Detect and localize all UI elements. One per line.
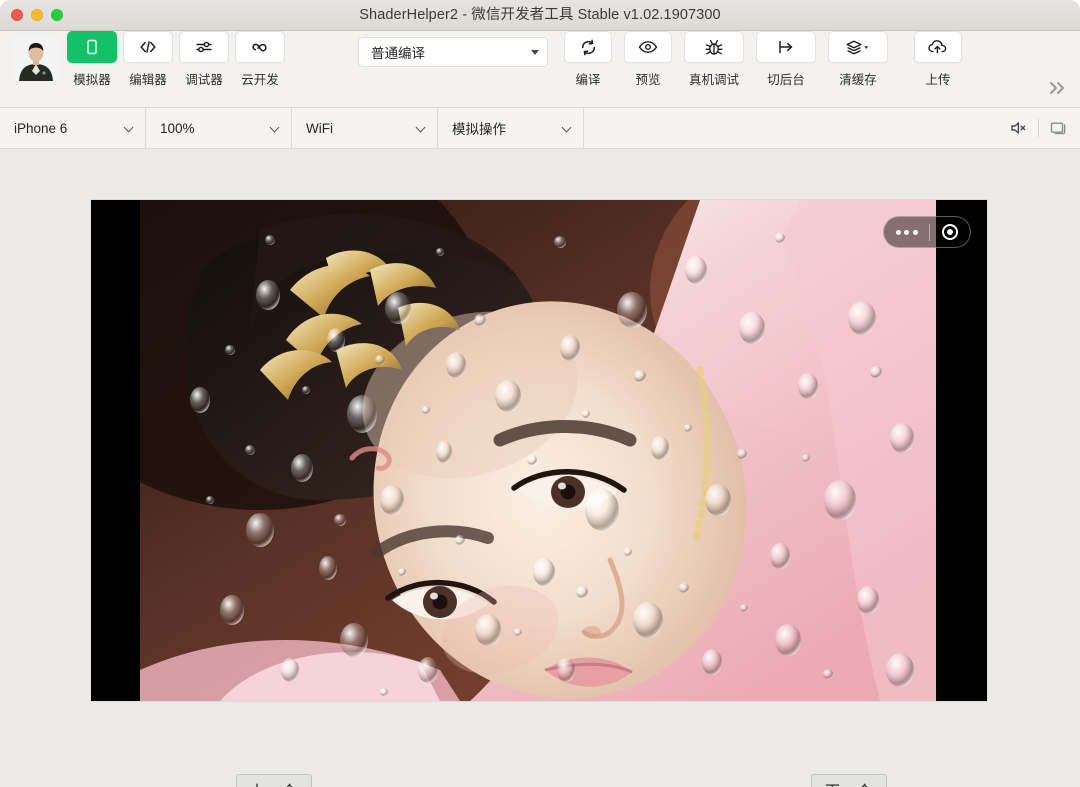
real-device-debug-button[interactable]: 真机调试 [682, 31, 746, 88]
action-tool-group: 编译 预览 真机调试 切后台 清缓存 上传 [562, 31, 972, 88]
three-dots-icon[interactable] [895, 229, 918, 235]
real-device-debug-label: 真机调试 [688, 73, 739, 87]
shader-photo [140, 200, 936, 701]
network-select[interactable]: WiFi [292, 108, 438, 148]
simulator-toolbar: iPhone 6 100% WiFi 模拟操作 [0, 108, 1080, 149]
layers-icon [828, 31, 888, 63]
device-select-value: iPhone 6 [14, 120, 68, 136]
compile-mode-select[interactable]: 普通编译 [358, 37, 548, 67]
background-switch-button[interactable]: 切后台 [754, 31, 818, 88]
chevron-down-icon [562, 123, 573, 134]
chevron-down-icon [124, 123, 135, 134]
cloud-upload-icon [914, 31, 962, 63]
upload-button[interactable]: 上传 [912, 31, 964, 88]
bug-icon [684, 31, 744, 63]
arrow-to-line-icon [756, 31, 816, 63]
detach-window-icon[interactable] [1049, 120, 1068, 136]
phone-viewport[interactable] [91, 200, 987, 701]
code-brackets-icon [123, 31, 173, 63]
upload-button-label: 上传 [925, 73, 951, 87]
tab-editor-label: 编辑器 [129, 73, 167, 87]
wechat-capsule-menu[interactable] [883, 216, 971, 248]
compile-button[interactable]: 编译 [562, 31, 614, 88]
clear-cache-label: 清缓存 [839, 73, 877, 87]
phone-simulator-icon [67, 31, 117, 63]
avatar[interactable] [14, 37, 58, 81]
network-select-value: WiFi [306, 120, 333, 136]
eye-icon [624, 31, 672, 63]
tab-editor[interactable]: 编辑器 [123, 31, 173, 88]
capsule-divider [929, 223, 931, 241]
preview-button[interactable]: 预览 [622, 31, 674, 88]
compile-button-label: 编译 [575, 73, 601, 87]
sliders-icon [179, 31, 229, 63]
title-bar: ShaderHelper2 - 微信开发者工具 Stable v1.02.190… [0, 0, 1080, 31]
chevron-down-icon [531, 49, 539, 55]
main-toolbar: 模拟器 编辑器 调试器 云开发 普通编译 编译 预览 真机调试 切后台 清缓存 … [0, 31, 1080, 108]
simulator-toolbar-right [1009, 108, 1080, 148]
tab-cloud-dev-label: 云开发 [241, 73, 279, 87]
toolbar-divider [1038, 119, 1039, 137]
chevron-double-right-icon[interactable] [1046, 79, 1068, 101]
compile-mode-value: 普通编译 [371, 46, 425, 61]
target-circle-icon[interactable] [942, 224, 959, 240]
simulator-stage: 上一个 下一个 [0, 149, 1080, 787]
refresh-circle-icon [564, 31, 612, 63]
app-window: ShaderHelper2 - 微信开发者工具 Stable v1.02.190… [0, 0, 1080, 787]
tab-simulator-label: 模拟器 [73, 73, 111, 87]
prev-button[interactable]: 上一个 [236, 774, 312, 787]
tab-debugger-label: 调试器 [185, 73, 223, 87]
zoom-select-value: 100% [160, 120, 195, 136]
tab-debugger[interactable]: 调试器 [179, 31, 229, 88]
tab-simulator[interactable]: 模拟器 [67, 31, 117, 88]
chevron-down-icon [416, 123, 427, 134]
next-button[interactable]: 下一个 [811, 774, 887, 787]
mini-program-canvas[interactable] [140, 200, 936, 701]
chevron-down-icon [270, 123, 281, 134]
mute-icon[interactable] [1009, 120, 1028, 136]
simulate-action-select[interactable]: 模拟操作 [438, 108, 584, 148]
background-switch-label: 切后台 [767, 73, 805, 87]
avatar-image [14, 37, 58, 81]
preview-button-label: 预览 [635, 73, 661, 87]
primary-tool-group: 模拟器 编辑器 调试器 云开发 [67, 31, 292, 88]
window-title: ShaderHelper2 - 微信开发者工具 Stable v1.02.190… [359, 7, 721, 23]
device-select[interactable]: iPhone 6 [0, 108, 146, 148]
clear-cache-button[interactable]: 清缓存 [826, 31, 890, 88]
simulate-action-value: 模拟操作 [452, 122, 506, 137]
zoom-select[interactable]: 100% [146, 108, 292, 148]
tab-cloud-dev[interactable]: 云开发 [235, 31, 285, 88]
cloud-infinity-icon [235, 31, 285, 63]
